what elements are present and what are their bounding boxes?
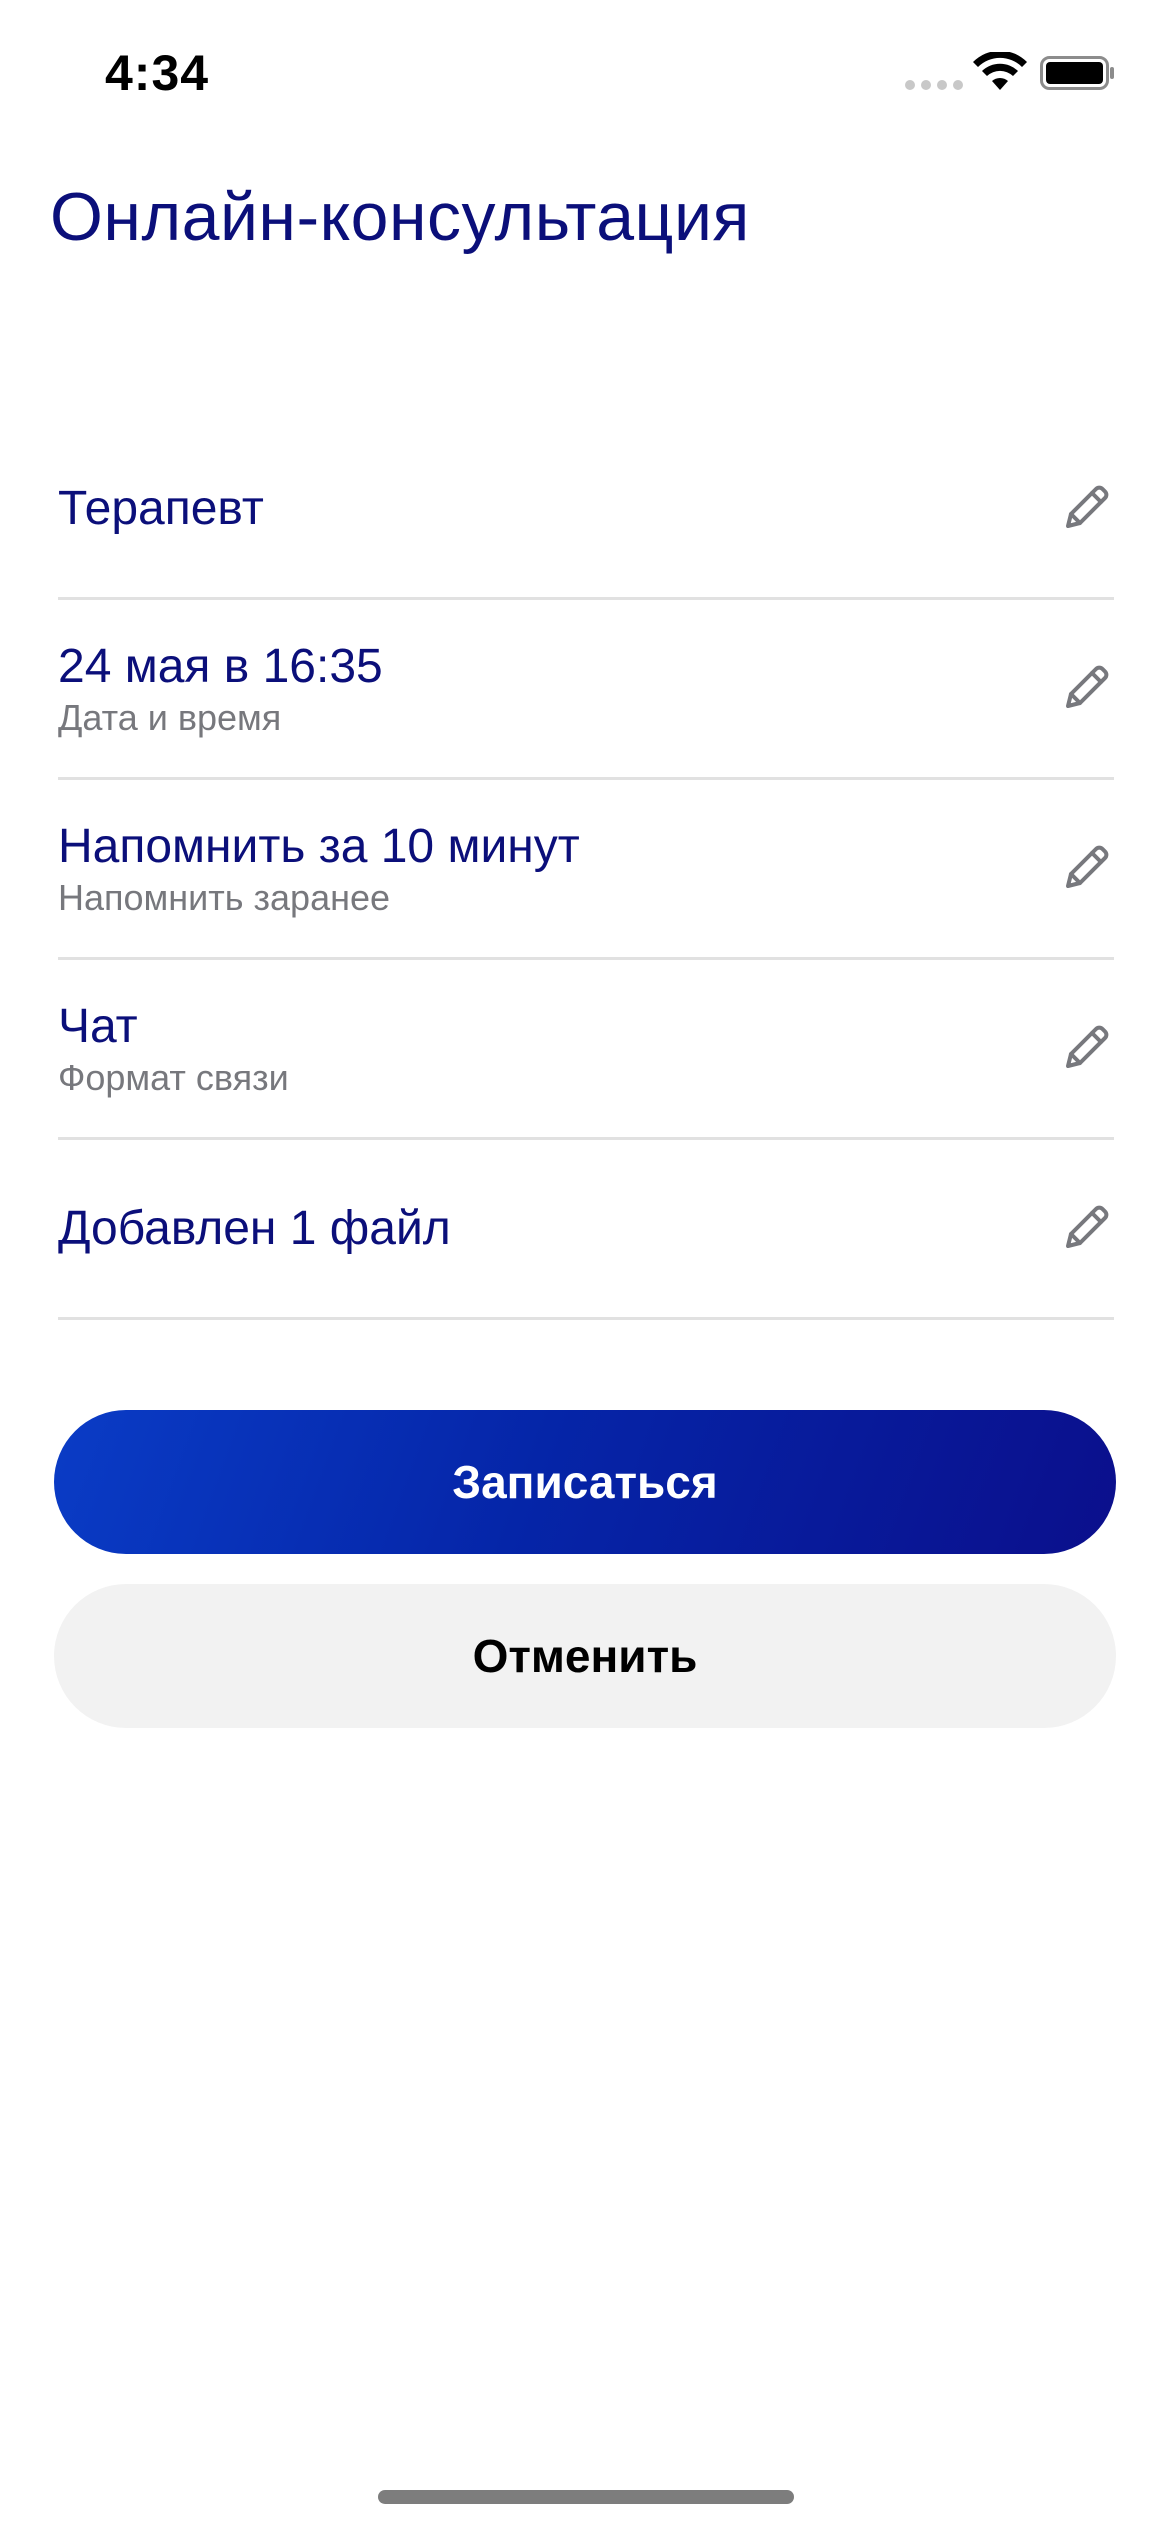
home-indicator[interactable]: [378, 2490, 794, 2504]
row-date-time[interactable]: 24 мая в 16:35 Дата и время: [58, 600, 1114, 780]
battery-icon: [1040, 56, 1114, 90]
status-bar: 4:34: [0, 0, 1170, 150]
row-text: Напомнить за 10 минут Напомнить заранее: [58, 780, 580, 957]
row-text: Чат Формат связи: [58, 960, 289, 1137]
attachments-value: Добавлен 1 файл: [58, 1201, 451, 1255]
row-text: Добавлен 1 файл: [58, 1140, 451, 1317]
submit-button[interactable]: Записаться: [54, 1410, 1116, 1554]
row-reminder[interactable]: Напомнить за 10 минут Напомнить заранее: [58, 780, 1114, 960]
row-attachments[interactable]: Добавлен 1 файл: [58, 1140, 1114, 1320]
reminder-label: Напомнить заранее: [58, 876, 391, 918]
pencil-icon[interactable]: [1058, 480, 1114, 536]
format-value: Чат: [58, 999, 138, 1053]
cellular-signal-icon: [905, 80, 963, 90]
row-text: Терапевт: [58, 420, 264, 597]
specialist-value: Терапевт: [58, 481, 264, 535]
format-label: Формат связи: [58, 1056, 289, 1098]
page-title: Онлайн-консультация: [50, 179, 750, 255]
pencil-icon[interactable]: [1058, 1020, 1114, 1076]
row-communication-format[interactable]: Чат Формат связи: [58, 960, 1114, 1140]
status-time: 4:34: [105, 45, 210, 101]
reminder-value: Напомнить за 10 минут: [58, 819, 580, 873]
cancel-button[interactable]: Отменить: [54, 1584, 1116, 1728]
row-specialist[interactable]: Терапевт: [58, 420, 1114, 600]
wifi-icon: [973, 52, 1027, 90]
date-time-value: 24 мая в 16:35: [58, 639, 383, 693]
pencil-icon[interactable]: [1058, 1200, 1114, 1256]
row-text: 24 мая в 16:35 Дата и время: [58, 600, 383, 777]
date-time-label: Дата и время: [58, 696, 282, 738]
pencil-icon[interactable]: [1058, 840, 1114, 896]
pencil-icon[interactable]: [1058, 660, 1114, 716]
booking-details-list: Терапевт 24 мая в 16:35 Дата и время Нап…: [58, 420, 1114, 1320]
